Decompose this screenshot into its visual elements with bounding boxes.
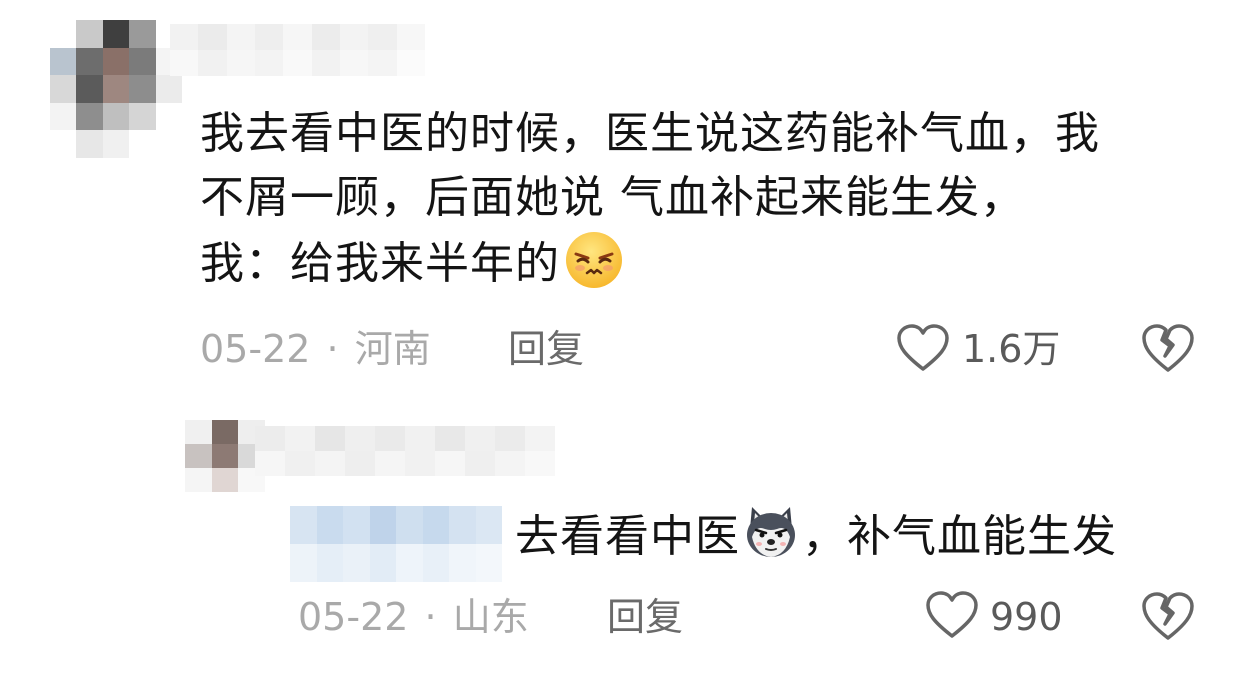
comment-line: 我：给我来半年的	[200, 238, 560, 289]
like-count: 1.6万	[962, 327, 1061, 371]
broken-heart-icon	[1142, 592, 1194, 640]
broken-heart-icon	[1142, 324, 1194, 372]
squinting-face-emoji	[564, 230, 624, 290]
like-count: 990	[990, 595, 1063, 639]
like-button[interactable]	[895, 323, 955, 375]
heart-outline-icon	[926, 591, 978, 638]
reply-text-before: 去看看中医	[515, 511, 740, 562]
reply-date: 05-22	[298, 595, 409, 639]
avatar[interactable]	[50, 20, 182, 158]
dislike-button[interactable]	[1140, 590, 1196, 642]
reply-to-username-pixelated[interactable]	[290, 506, 502, 582]
like-button[interactable]	[924, 590, 984, 642]
avatar[interactable]	[185, 420, 265, 492]
dislike-button[interactable]	[1140, 322, 1196, 374]
comment-line: 不屑一顾，后面她说 气血补起来能生发，	[200, 172, 1025, 223]
wolf-face-emoji	[742, 503, 800, 561]
reply-button[interactable]: 回复	[607, 594, 683, 640]
comment-line: 我去看中医的时候，医生说这药能补气血，我	[200, 108, 1100, 159]
username-pixelated[interactable]	[170, 24, 425, 76]
username-pixelated[interactable]	[255, 426, 555, 476]
reply-text: 去看看中医 ，补气血能生发	[515, 503, 1117, 569]
comment-meta: 05-22 · 河南	[200, 326, 431, 372]
reply-meta: 05-22 · 山东	[298, 594, 529, 640]
meta-separator: ·	[424, 595, 437, 639]
comment-text: 我去看中医的时候，医生说这药能补气血，我 不屑一顾，后面她说 气血补起来能生发，…	[200, 102, 1230, 294]
meta-separator: ·	[326, 327, 339, 371]
reply-button[interactable]: 回复	[508, 326, 584, 372]
comment-date: 05-22	[200, 327, 311, 371]
heart-outline-icon	[897, 324, 949, 371]
comment-location: 河南	[354, 327, 431, 371]
reply-location: 山东	[452, 595, 529, 639]
reply-text-after: ，补气血能生发	[802, 511, 1117, 562]
